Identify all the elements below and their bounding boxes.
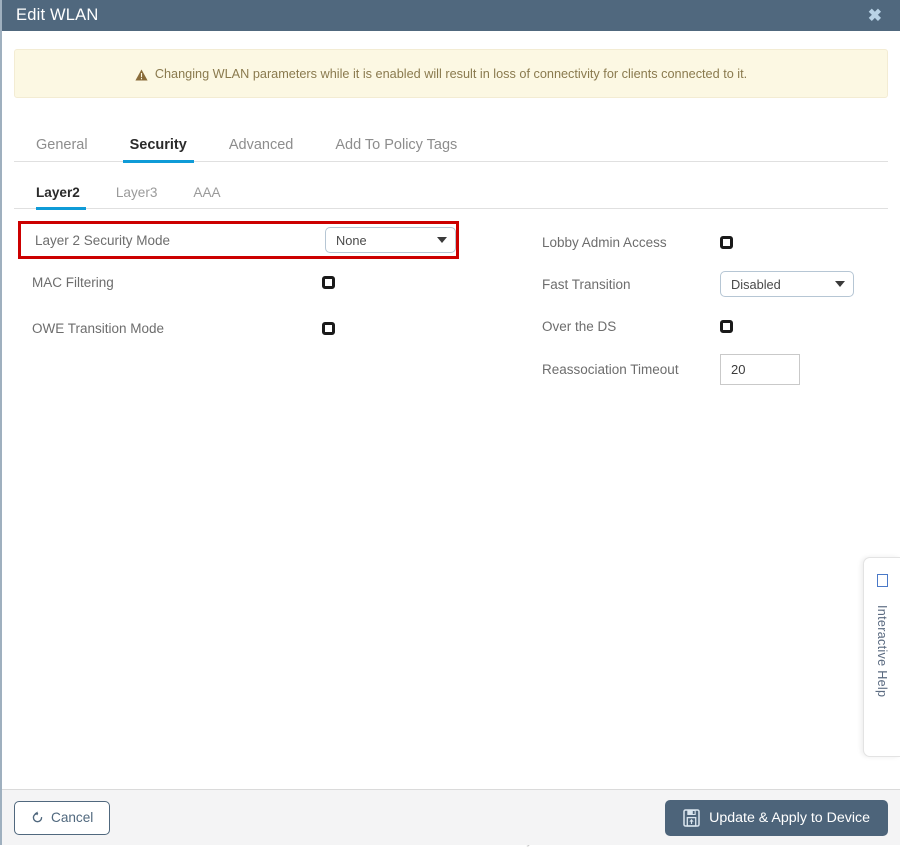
over-the-ds-label: Over the DS <box>542 318 617 334</box>
dialog-footer: Cancel Update & Apply to Device <box>2 789 900 845</box>
cancel-button-label: Cancel <box>51 810 94 825</box>
close-icon[interactable]: ✖ <box>864 5 886 26</box>
lobby-admin-access-label: Lobby Admin Access <box>542 234 667 250</box>
tab-security[interactable]: Security <box>109 137 208 163</box>
owe-transition-mode-checkbox[interactable] <box>322 321 335 335</box>
layer2-security-mode-value: None <box>336 232 367 248</box>
update-and-apply-label: Update & Apply to Device <box>709 809 870 826</box>
tab-layer3[interactable]: Layer3 <box>98 186 176 208</box>
book-icon <box>876 574 888 587</box>
field-over-the-ds: Over the DS <box>542 305 900 347</box>
fast-transition-select[interactable]: Disabled <box>720 271 854 297</box>
mac-filtering-label: MAC Filtering <box>32 274 114 290</box>
chevron-down-icon <box>835 281 845 287</box>
mac-filtering-checkbox[interactable] <box>322 275 335 289</box>
field-fast-transition: Fast Transition Disabled <box>542 263 900 305</box>
form-column-left: Layer 2 Security Mode None MAC Filtering… <box>2 221 522 391</box>
undo-icon <box>31 811 44 824</box>
warning-message: Changing WLAN parameters while it is ena… <box>154 66 748 81</box>
interactive-help-label: Interactive Help <box>875 605 889 698</box>
warning-banner-content: Changing WLAN parameters while it is ena… <box>135 67 747 81</box>
field-mac-filtering: MAC Filtering <box>2 259 522 305</box>
layer2-security-mode-label: Layer 2 Security Mode <box>35 232 171 248</box>
edit-wlan-dialog: Edit WLAN ✖ Changing WLAN parameters whi… <box>0 0 900 847</box>
lobby-admin-access-checkbox[interactable] <box>720 235 733 249</box>
reassociation-timeout-input[interactable] <box>720 353 800 385</box>
field-owe-transition-mode: OWE Transition Mode <box>2 305 522 351</box>
save-icon <box>683 808 700 827</box>
reassociation-timeout-label: Reassociation Timeout <box>542 361 679 377</box>
owe-transition-mode-label: OWE Transition Mode <box>32 320 165 336</box>
primary-tabs: General Security Advanced Add To Policy … <box>14 125 888 163</box>
secondary-tabs: Layer2 Layer3 AAA <box>14 176 888 210</box>
tab-layer2[interactable]: Layer2 <box>24 186 98 210</box>
dialog-titlebar: Edit WLAN ✖ <box>2 0 900 31</box>
chevron-down-icon <box>437 237 447 243</box>
over-the-ds-checkbox[interactable] <box>720 319 733 333</box>
layer2-security-mode-select[interactable]: None <box>325 227 456 253</box>
security-layer2-form: Layer 2 Security Mode None MAC Filtering… <box>2 221 900 391</box>
dialog-body: Changing WLAN parameters while it is ena… <box>2 31 900 789</box>
tab-advanced[interactable]: Advanced <box>208 137 315 162</box>
warning-banner: Changing WLAN parameters while it is ena… <box>14 49 888 98</box>
cancel-button[interactable]: Cancel <box>14 800 111 835</box>
field-reassociation-timeout: Reassociation Timeout <box>542 347 900 391</box>
fast-transition-value: Disabled <box>731 276 781 292</box>
form-column-right: Lobby Admin Access Fast Transition Disab… <box>522 221 900 391</box>
dialog-title: Edit WLAN <box>16 6 99 25</box>
field-layer2-security-mode: Layer 2 Security Mode None <box>18 221 459 259</box>
tab-add-to-policy-tags[interactable]: Add To Policy Tags <box>314 137 478 162</box>
tab-aaa[interactable]: AAA <box>175 186 238 208</box>
interactive-help-tab[interactable]: Interactive Help <box>863 557 900 757</box>
update-and-apply-button[interactable]: Update & Apply to Device <box>665 799 888 836</box>
field-lobby-admin-access: Lobby Admin Access <box>542 221 900 263</box>
fast-transition-label: Fast Transition <box>542 276 631 292</box>
tab-general[interactable]: General <box>24 137 109 162</box>
warning-triangle-icon <box>135 68 148 80</box>
